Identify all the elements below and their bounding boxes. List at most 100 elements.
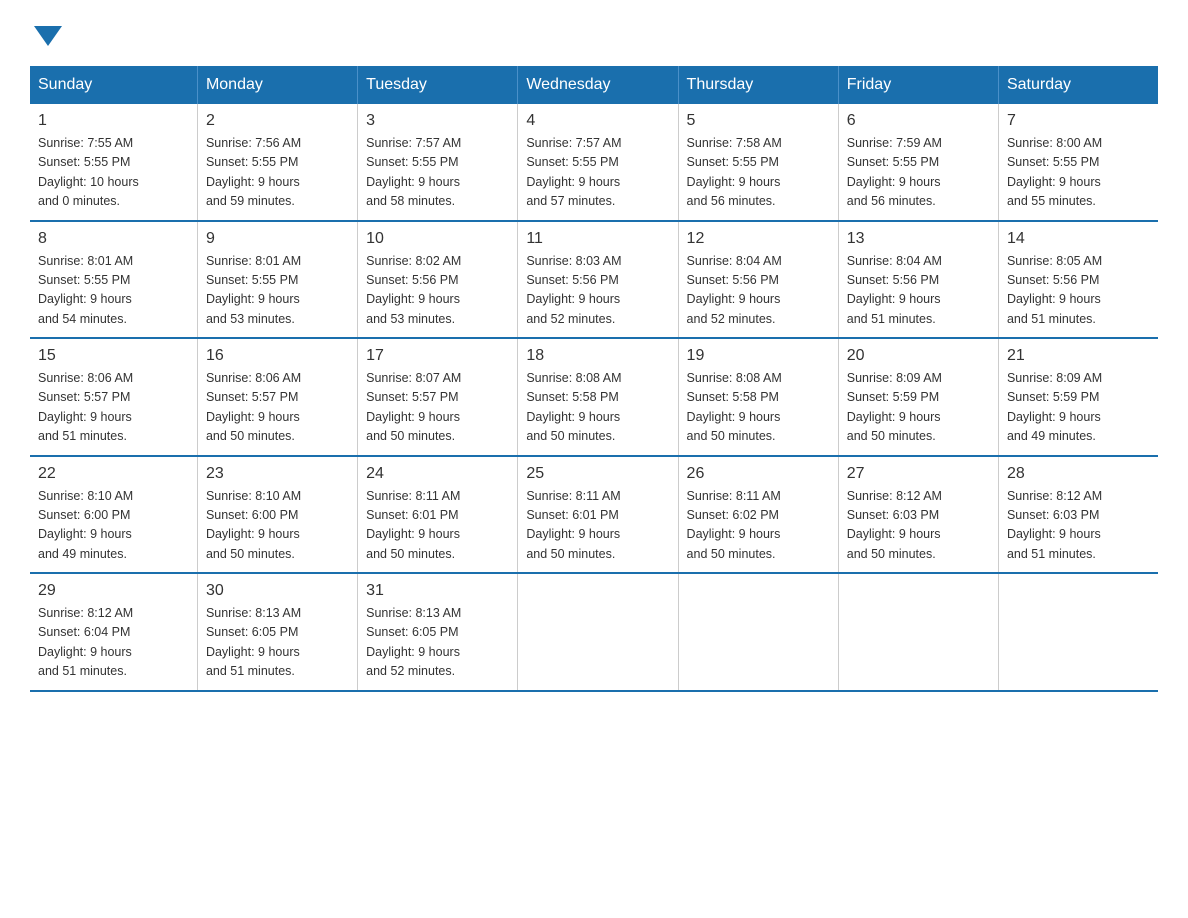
header-day-thursday: Thursday [678,66,838,104]
header-day-saturday: Saturday [998,66,1158,104]
day-number: 8 [38,230,189,248]
day-number: 12 [687,230,830,248]
calendar-cell: 11 Sunrise: 8:03 AMSunset: 5:56 PMDaylig… [518,221,678,339]
header-day-tuesday: Tuesday [358,66,518,104]
day-info: Sunrise: 8:04 AMSunset: 5:56 PMDaylight:… [687,252,830,330]
calendar-cell: 17 Sunrise: 8:07 AMSunset: 5:57 PMDaylig… [358,338,518,456]
calendar-cell: 9 Sunrise: 8:01 AMSunset: 5:55 PMDayligh… [197,221,357,339]
day-number: 9 [206,230,349,248]
calendar-cell [998,573,1158,691]
day-number: 24 [366,465,509,483]
calendar-cell: 24 Sunrise: 8:11 AMSunset: 6:01 PMDaylig… [358,456,518,574]
day-number: 31 [366,582,509,600]
day-info: Sunrise: 8:12 AMSunset: 6:04 PMDaylight:… [38,604,189,682]
day-info: Sunrise: 8:11 AMSunset: 6:02 PMDaylight:… [687,487,830,565]
day-number: 7 [1007,112,1150,130]
calendar-cell: 21 Sunrise: 8:09 AMSunset: 5:59 PMDaylig… [998,338,1158,456]
week-row-4: 22 Sunrise: 8:10 AMSunset: 6:00 PMDaylig… [30,456,1158,574]
calendar-cell: 12 Sunrise: 8:04 AMSunset: 5:56 PMDaylig… [678,221,838,339]
calendar-header: SundayMondayTuesdayWednesdayThursdayFrid… [30,66,1158,104]
day-number: 4 [526,112,669,130]
day-number: 11 [526,230,669,248]
calendar-cell: 3 Sunrise: 7:57 AMSunset: 5:55 PMDayligh… [358,104,518,221]
calendar-cell: 16 Sunrise: 8:06 AMSunset: 5:57 PMDaylig… [197,338,357,456]
day-number: 28 [1007,465,1150,483]
day-info: Sunrise: 8:04 AMSunset: 5:56 PMDaylight:… [847,252,990,330]
logo [30,20,62,46]
calendar-cell: 28 Sunrise: 8:12 AMSunset: 6:03 PMDaylig… [998,456,1158,574]
calendar-cell: 6 Sunrise: 7:59 AMSunset: 5:55 PMDayligh… [838,104,998,221]
day-info: Sunrise: 8:05 AMSunset: 5:56 PMDaylight:… [1007,252,1150,330]
day-number: 23 [206,465,349,483]
day-number: 18 [526,347,669,365]
calendar-cell: 19 Sunrise: 8:08 AMSunset: 5:58 PMDaylig… [678,338,838,456]
day-number: 3 [366,112,509,130]
calendar-cell: 30 Sunrise: 8:13 AMSunset: 6:05 PMDaylig… [197,573,357,691]
calendar-cell: 31 Sunrise: 8:13 AMSunset: 6:05 PMDaylig… [358,573,518,691]
day-number: 17 [366,347,509,365]
day-number: 29 [38,582,189,600]
calendar-cell: 13 Sunrise: 8:04 AMSunset: 5:56 PMDaylig… [838,221,998,339]
calendar-cell [518,573,678,691]
day-info: Sunrise: 8:12 AMSunset: 6:03 PMDaylight:… [1007,487,1150,565]
calendar-cell: 7 Sunrise: 8:00 AMSunset: 5:55 PMDayligh… [998,104,1158,221]
day-number: 19 [687,347,830,365]
day-info: Sunrise: 8:09 AMSunset: 5:59 PMDaylight:… [1007,369,1150,447]
calendar-cell: 15 Sunrise: 8:06 AMSunset: 5:57 PMDaylig… [30,338,197,456]
day-info: Sunrise: 8:11 AMSunset: 6:01 PMDaylight:… [526,487,669,565]
calendar-cell: 27 Sunrise: 8:12 AMSunset: 6:03 PMDaylig… [838,456,998,574]
day-info: Sunrise: 7:58 AMSunset: 5:55 PMDaylight:… [687,134,830,212]
day-info: Sunrise: 7:57 AMSunset: 5:55 PMDaylight:… [366,134,509,212]
day-number: 20 [847,347,990,365]
day-info: Sunrise: 7:56 AMSunset: 5:55 PMDaylight:… [206,134,349,212]
calendar-cell: 22 Sunrise: 8:10 AMSunset: 6:00 PMDaylig… [30,456,197,574]
calendar-cell: 20 Sunrise: 8:09 AMSunset: 5:59 PMDaylig… [838,338,998,456]
day-info: Sunrise: 7:57 AMSunset: 5:55 PMDaylight:… [526,134,669,212]
calendar-cell [838,573,998,691]
day-info: Sunrise: 8:06 AMSunset: 5:57 PMDaylight:… [206,369,349,447]
day-number: 27 [847,465,990,483]
calendar-cell: 2 Sunrise: 7:56 AMSunset: 5:55 PMDayligh… [197,104,357,221]
day-info: Sunrise: 8:08 AMSunset: 5:58 PMDaylight:… [687,369,830,447]
day-info: Sunrise: 8:09 AMSunset: 5:59 PMDaylight:… [847,369,990,447]
day-info: Sunrise: 8:06 AMSunset: 5:57 PMDaylight:… [38,369,189,447]
day-info: Sunrise: 7:59 AMSunset: 5:55 PMDaylight:… [847,134,990,212]
day-number: 1 [38,112,189,130]
day-info: Sunrise: 8:10 AMSunset: 6:00 PMDaylight:… [206,487,349,565]
day-number: 2 [206,112,349,130]
day-info: Sunrise: 7:55 AMSunset: 5:55 PMDaylight:… [38,134,189,212]
week-row-1: 1 Sunrise: 7:55 AMSunset: 5:55 PMDayligh… [30,104,1158,221]
page-header [30,20,1158,46]
header-row: SundayMondayTuesdayWednesdayThursdayFrid… [30,66,1158,104]
calendar-cell: 4 Sunrise: 7:57 AMSunset: 5:55 PMDayligh… [518,104,678,221]
day-number: 13 [847,230,990,248]
calendar-cell: 8 Sunrise: 8:01 AMSunset: 5:55 PMDayligh… [30,221,197,339]
day-info: Sunrise: 8:08 AMSunset: 5:58 PMDaylight:… [526,369,669,447]
day-info: Sunrise: 8:11 AMSunset: 6:01 PMDaylight:… [366,487,509,565]
day-number: 16 [206,347,349,365]
week-row-2: 8 Sunrise: 8:01 AMSunset: 5:55 PMDayligh… [30,221,1158,339]
day-number: 26 [687,465,830,483]
header-day-monday: Monday [197,66,357,104]
header-day-wednesday: Wednesday [518,66,678,104]
day-info: Sunrise: 8:00 AMSunset: 5:55 PMDaylight:… [1007,134,1150,212]
day-info: Sunrise: 8:10 AMSunset: 6:00 PMDaylight:… [38,487,189,565]
day-number: 25 [526,465,669,483]
day-info: Sunrise: 8:13 AMSunset: 6:05 PMDaylight:… [366,604,509,682]
calendar-cell [678,573,838,691]
day-info: Sunrise: 8:02 AMSunset: 5:56 PMDaylight:… [366,252,509,330]
calendar-cell: 10 Sunrise: 8:02 AMSunset: 5:56 PMDaylig… [358,221,518,339]
day-info: Sunrise: 8:13 AMSunset: 6:05 PMDaylight:… [206,604,349,682]
day-number: 15 [38,347,189,365]
calendar-cell: 26 Sunrise: 8:11 AMSunset: 6:02 PMDaylig… [678,456,838,574]
calendar-cell: 1 Sunrise: 7:55 AMSunset: 5:55 PMDayligh… [30,104,197,221]
day-info: Sunrise: 8:07 AMSunset: 5:57 PMDaylight:… [366,369,509,447]
day-number: 22 [38,465,189,483]
calendar-cell: 29 Sunrise: 8:12 AMSunset: 6:04 PMDaylig… [30,573,197,691]
week-row-5: 29 Sunrise: 8:12 AMSunset: 6:04 PMDaylig… [30,573,1158,691]
day-info: Sunrise: 8:01 AMSunset: 5:55 PMDaylight:… [206,252,349,330]
day-info: Sunrise: 8:12 AMSunset: 6:03 PMDaylight:… [847,487,990,565]
day-number: 10 [366,230,509,248]
day-number: 21 [1007,347,1150,365]
week-row-3: 15 Sunrise: 8:06 AMSunset: 5:57 PMDaylig… [30,338,1158,456]
